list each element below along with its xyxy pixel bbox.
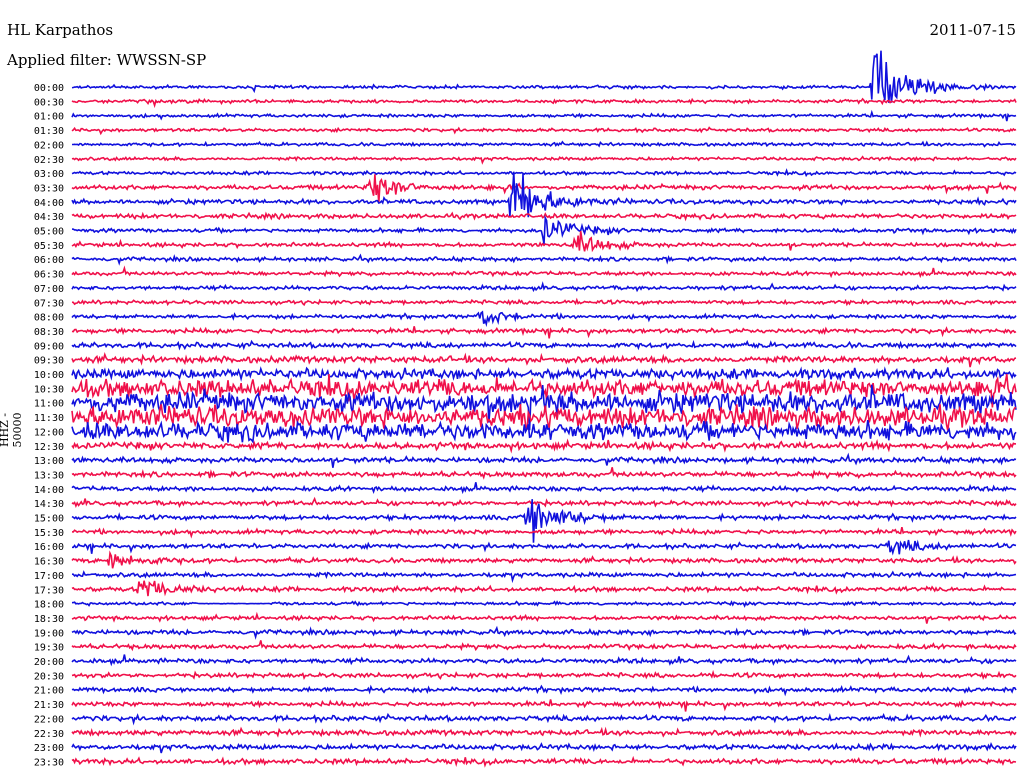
tick-label-1730: 17:30 bbox=[34, 585, 64, 596]
trace-1430 bbox=[71, 496, 1017, 509]
trace-1400 bbox=[71, 482, 1017, 495]
trace-0100 bbox=[71, 109, 1017, 122]
tick-label-1430: 14:30 bbox=[34, 499, 64, 510]
trace-0200 bbox=[72, 140, 1017, 148]
seismic-traces bbox=[71, 50, 1017, 768]
tick-label-0430: 04:30 bbox=[34, 212, 64, 223]
trace-0130 bbox=[71, 126, 1017, 136]
tick-label-0330: 03:30 bbox=[34, 183, 64, 194]
trace-0000 bbox=[71, 50, 1017, 103]
trace-2000 bbox=[71, 654, 1017, 667]
trace-0230 bbox=[71, 155, 1017, 165]
tick-label-1500: 15:00 bbox=[34, 514, 64, 525]
trace-1930 bbox=[71, 640, 1017, 652]
trace-1600 bbox=[72, 539, 1017, 556]
trace-2230 bbox=[71, 726, 1017, 738]
trace-1300 bbox=[71, 452, 1017, 468]
trace-0830 bbox=[71, 326, 1017, 339]
tick-label-1200: 12:00 bbox=[34, 427, 64, 438]
trace-1530 bbox=[71, 527, 1017, 539]
trace-0030 bbox=[71, 97, 1017, 109]
trace-0800 bbox=[71, 310, 1017, 328]
tick-label-2230: 22:30 bbox=[34, 729, 64, 740]
trace-2100 bbox=[71, 684, 1017, 697]
tick-label-0500: 05:00 bbox=[34, 227, 64, 238]
trace-0500 bbox=[71, 215, 1017, 245]
trace-1800 bbox=[71, 600, 1017, 608]
tick-label-0030: 00:30 bbox=[34, 97, 64, 108]
trace-0700 bbox=[71, 281, 1017, 293]
tick-label-1100: 11:00 bbox=[34, 399, 64, 410]
tick-label-2000: 20:00 bbox=[34, 657, 64, 668]
tick-label-1900: 19:00 bbox=[34, 628, 64, 639]
time-tick-labels: 00:00 00:30 01:00 01:30 02:00 02:30 03:00 03:30… bbox=[34, 83, 64, 768]
tick-label-0700: 07:00 bbox=[34, 284, 64, 295]
trace-2200 bbox=[71, 712, 1017, 726]
tick-label-2030: 20:30 bbox=[34, 671, 64, 682]
trace-2330 bbox=[71, 755, 1017, 768]
trace-2300 bbox=[71, 742, 1017, 754]
trace-2130 bbox=[71, 699, 1017, 712]
tick-label-1930: 19:30 bbox=[34, 643, 64, 654]
trace-0300 bbox=[71, 168, 1017, 178]
trace-1700 bbox=[71, 570, 1017, 584]
tick-label-1630: 16:30 bbox=[34, 557, 64, 568]
tick-label-0730: 07:30 bbox=[34, 298, 64, 309]
trace-0430 bbox=[71, 211, 1017, 222]
tick-label-0100: 01:00 bbox=[34, 112, 64, 123]
tick-label-1800: 18:00 bbox=[34, 600, 64, 611]
tick-label-1830: 18:30 bbox=[34, 614, 64, 625]
tick-label-0300: 03:00 bbox=[34, 169, 64, 180]
tick-label-2130: 21:30 bbox=[34, 700, 64, 711]
trace-1500 bbox=[71, 499, 1017, 543]
trace-1230 bbox=[71, 438, 1017, 454]
tick-label-1330: 13:30 bbox=[34, 470, 64, 481]
tick-label-2200: 22:00 bbox=[34, 714, 64, 725]
tick-label-2100: 21:00 bbox=[34, 686, 64, 697]
trace-0900 bbox=[71, 339, 1017, 351]
tick-label-0000: 00:00 bbox=[34, 83, 64, 94]
trace-1000 bbox=[71, 366, 1017, 382]
tick-label-0400: 04:00 bbox=[34, 198, 64, 209]
trace-0730 bbox=[71, 297, 1017, 307]
tick-label-2300: 23:00 bbox=[34, 743, 64, 754]
trace-1900 bbox=[71, 625, 1017, 640]
trace-1830 bbox=[71, 611, 1017, 624]
tick-label-0230: 02:30 bbox=[34, 155, 64, 166]
trace-0930 bbox=[71, 352, 1017, 368]
trace-0630 bbox=[71, 265, 1017, 279]
trace-0330 bbox=[71, 174, 1017, 204]
tick-label-1130: 11:30 bbox=[34, 413, 64, 424]
tick-label-0800: 08:00 bbox=[34, 313, 64, 324]
helicorder-plot: 00:00 00:30 01:00 01:30 02:00 02:30 03:00 03:30… bbox=[34, 50, 1017, 768]
tick-label-1030: 10:30 bbox=[34, 384, 64, 395]
tick-label-0530: 05:30 bbox=[34, 241, 64, 252]
trace-0400 bbox=[71, 171, 1017, 218]
trace-1330 bbox=[71, 467, 1017, 480]
trace-1630 bbox=[71, 550, 1017, 569]
tick-label-0900: 09:00 bbox=[34, 341, 64, 352]
tick-label-0930: 09:30 bbox=[34, 356, 64, 367]
tick-label-1600: 16:00 bbox=[34, 542, 64, 553]
tick-label-1400: 14:00 bbox=[34, 485, 64, 496]
tick-label-1530: 15:30 bbox=[34, 528, 64, 539]
tick-label-1000: 10:00 bbox=[34, 370, 64, 381]
tick-label-0630: 06:30 bbox=[34, 270, 64, 281]
tick-label-1300: 13:00 bbox=[34, 456, 64, 467]
trace-0600 bbox=[71, 253, 1017, 266]
tick-label-0830: 08:30 bbox=[34, 327, 64, 338]
trace-2030 bbox=[71, 669, 1017, 681]
tick-label-0200: 02:00 bbox=[34, 140, 64, 151]
tick-label-0600: 06:00 bbox=[34, 255, 64, 266]
tick-label-2330: 23:30 bbox=[34, 757, 64, 768]
tick-label-0130: 01:30 bbox=[34, 126, 64, 137]
tick-label-1700: 17:00 bbox=[34, 571, 64, 582]
tick-label-1230: 12:30 bbox=[34, 442, 64, 453]
trace-1730 bbox=[71, 580, 1017, 597]
